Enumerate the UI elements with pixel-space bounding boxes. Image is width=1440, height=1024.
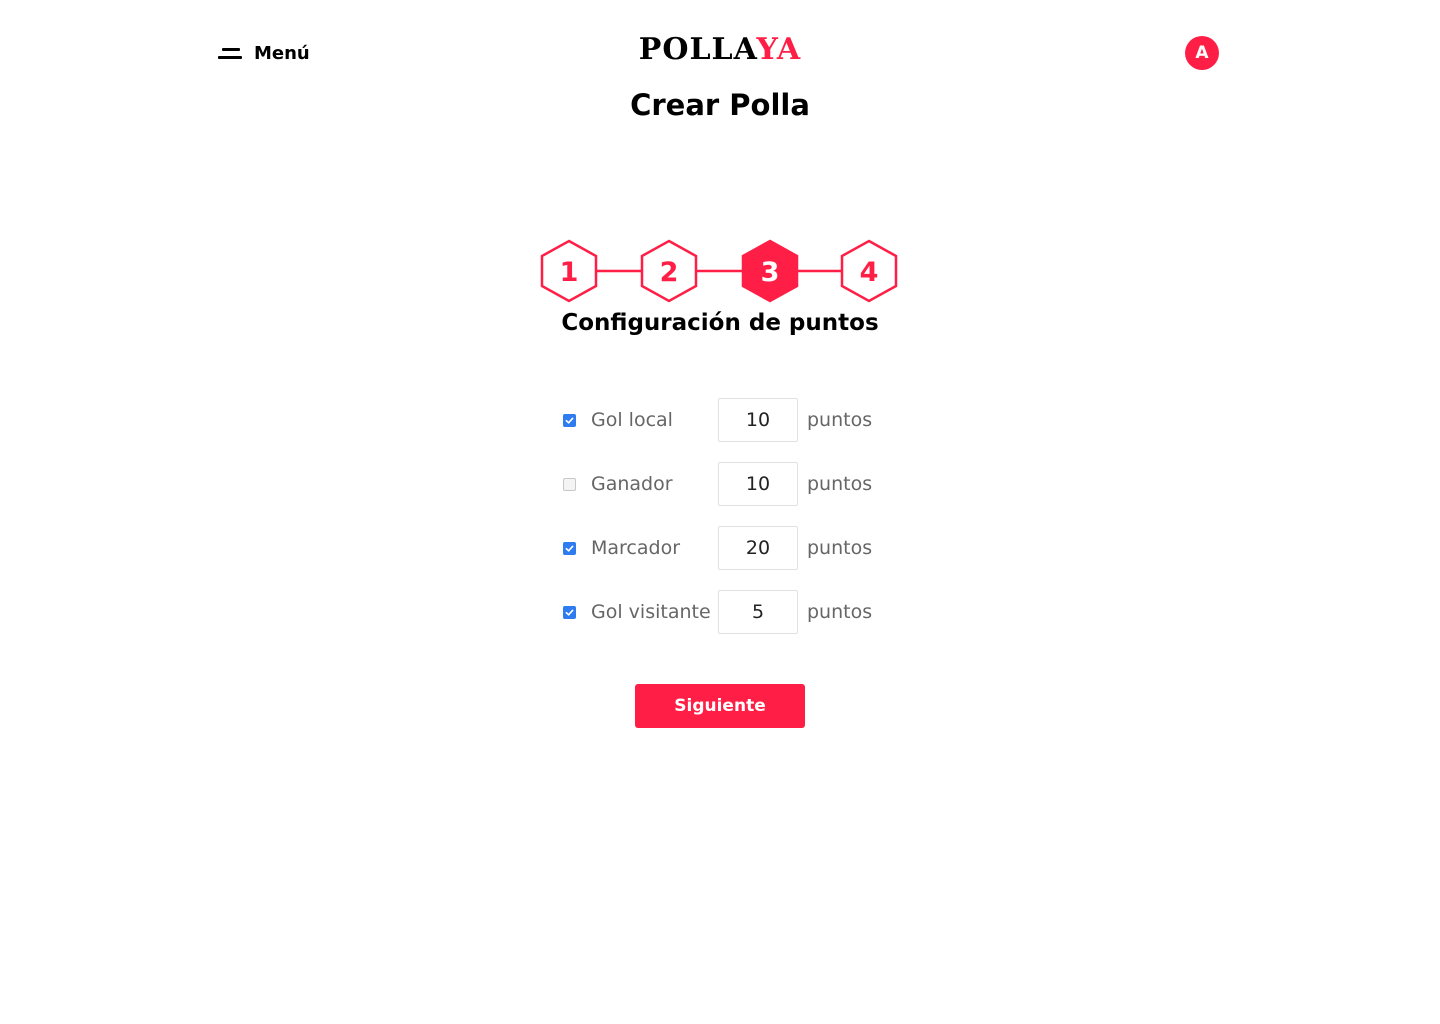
gol-visitante-points-input[interactable] xyxy=(718,590,798,634)
step-4-number: 4 xyxy=(860,257,879,288)
marcador-label: Marcador xyxy=(591,537,681,559)
option-row-marcador: Marcador puntos xyxy=(563,526,903,570)
section-title: Configuración de puntos xyxy=(561,310,879,336)
gol-local-unit: puntos xyxy=(807,409,873,431)
gol-local-points-input[interactable] xyxy=(718,398,798,442)
option-row-gol-visitante: Gol visitante puntos xyxy=(563,590,903,634)
checkmark-icon xyxy=(565,417,574,424)
logo[interactable]: POLLAYA xyxy=(0,32,1440,67)
checkmark-icon xyxy=(565,545,574,552)
gol-visitante-unit: puntos xyxy=(807,601,873,623)
ganador-label: Ganador xyxy=(591,473,673,495)
header: Menú POLLAYA A xyxy=(0,0,1440,100)
ganador-points-input[interactable] xyxy=(718,462,798,506)
marcador-unit: puntos xyxy=(807,537,873,559)
avatar[interactable]: A xyxy=(1185,36,1219,70)
checkmark-icon xyxy=(565,609,574,616)
stepper-graphic: 1 2 3 4 xyxy=(540,239,898,303)
option-row-gol-local: Gol local puntos xyxy=(563,398,903,442)
step-2-number: 2 xyxy=(660,257,679,288)
marcador-checkbox[interactable] xyxy=(563,541,576,555)
marcador-points-input[interactable] xyxy=(718,526,798,570)
ganador-unit: puntos xyxy=(807,473,873,495)
page-title: Crear Polla xyxy=(630,88,810,122)
step-1-number: 1 xyxy=(560,257,579,288)
option-row-ganador: Ganador puntos xyxy=(563,462,903,506)
gol-visitante-checkbox[interactable] xyxy=(563,605,576,619)
logo-text-ya: YA xyxy=(756,32,802,67)
points-config-list: Gol local puntos Ganador puntos Marcador… xyxy=(563,398,903,654)
logo-text-polla: POLLA xyxy=(638,32,757,67)
ganador-checkbox[interactable] xyxy=(563,477,576,491)
stepper: 1 2 3 4 xyxy=(0,236,1440,306)
next-button[interactable]: Siguiente xyxy=(635,684,805,728)
step-3-number: 3 xyxy=(761,257,780,288)
gol-local-checkbox[interactable] xyxy=(563,413,576,427)
gol-local-label: Gol local xyxy=(591,409,673,431)
gol-visitante-label: Gol visitante xyxy=(591,601,711,623)
